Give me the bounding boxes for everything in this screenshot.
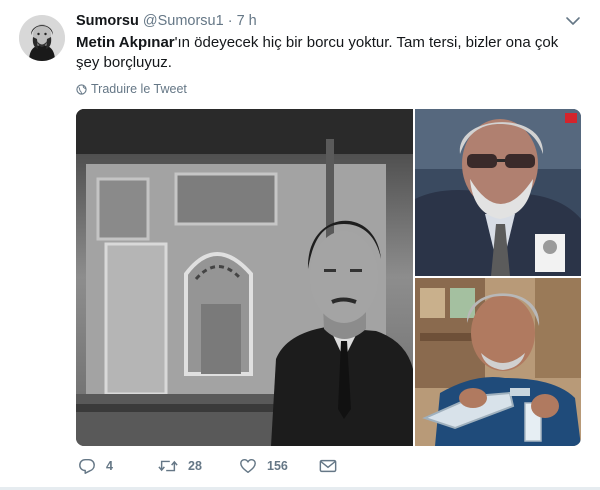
display-name[interactable]: Sumorsu — [76, 13, 139, 29]
retweet-button[interactable]: 28 — [158, 456, 202, 476]
retweet-icon — [158, 460, 178, 472]
translate-tweet-link[interactable]: Traduire le Tweet — [76, 82, 187, 96]
photo-2[interactable] — [415, 109, 581, 276]
timestamp[interactable]: 7 h — [237, 13, 257, 29]
separator-dot: · — [227, 13, 233, 29]
envelope-icon — [319, 459, 337, 473]
translate-label: Traduire le Tweet — [91, 82, 187, 96]
tweet-text: Metin Akpınar'ın ödeyecek hiç bir borcu … — [76, 33, 576, 73]
heart-icon — [240, 458, 256, 474]
like-button[interactable]: 156 — [239, 456, 288, 476]
photo-1[interactable] — [76, 109, 413, 446]
globe-icon — [76, 84, 87, 95]
chevron-down-icon[interactable] — [565, 14, 581, 28]
mention-name: Metin Akpınar — [76, 34, 175, 51]
reply-button[interactable]: 4 — [78, 456, 113, 476]
user-handle[interactable]: @Sumorsu1 — [143, 13, 224, 29]
avatar[interactable] — [19, 15, 65, 61]
retweet-count: 28 — [188, 459, 202, 473]
like-count: 156 — [267, 459, 288, 473]
reply-icon — [79, 458, 95, 474]
media-grid[interactable] — [76, 109, 581, 446]
tweet-card[interactable]: Sumorsu @Sumorsu1 · 7 h Metin Akpınar'ın… — [0, 0, 600, 490]
reply-count: 4 — [106, 459, 113, 473]
direct-message-button[interactable] — [319, 456, 347, 476]
tweet-header: Sumorsu @Sumorsu1 · 7 h — [76, 13, 257, 29]
photo-3[interactable] — [415, 278, 581, 446]
